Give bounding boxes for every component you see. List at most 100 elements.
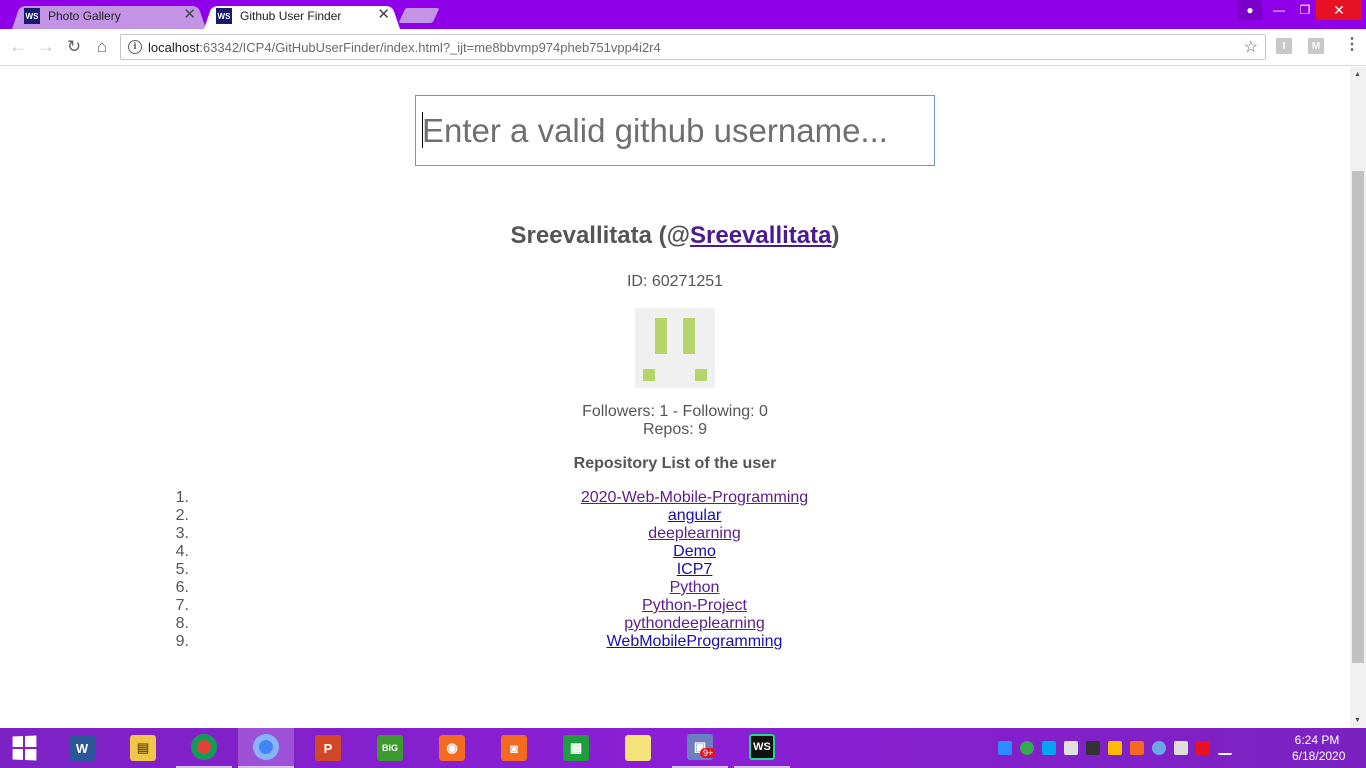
antivirus-icon[interactable] xyxy=(1130,741,1144,755)
url-text[interactable]: localhost:63342/ICP4/GitHubUserFinder/in… xyxy=(148,40,661,55)
taskbar-big-farm[interactable]: BIG xyxy=(362,728,418,768)
store-icon: ▦ xyxy=(563,735,589,761)
taskbar-word[interactable]: W xyxy=(54,728,110,768)
repo-list: 1. 2020-Web-Mobile-Programming 2. angular … xyxy=(0,489,1350,651)
scroll-thumb[interactable] xyxy=(1352,171,1364,663)
power-warning-icon[interactable] xyxy=(1196,741,1210,755)
taskbar-file-explorer[interactable]: ▤ xyxy=(115,728,171,768)
url-path: :63342/ICP4/GitHubUserFinder/index.html?… xyxy=(199,40,661,55)
windows-taskbar: W ▤ P BIG ◉ ◙ ▦ ▣ 9+ WS 6:24 PM 6/18/2020 xyxy=(0,728,1366,768)
webstorm-icon: WS xyxy=(749,734,775,760)
repo-link[interactable]: angular xyxy=(0,507,1350,525)
chrome-icon xyxy=(191,734,217,760)
bookmark-star-icon[interactable]: ☆ xyxy=(1244,37,1258,57)
back-arrow-icon[interactable]: ← xyxy=(7,36,29,58)
extension-i-icon[interactable]: I xyxy=(1276,38,1292,54)
user-name-heading: Sreevallitata (@Sreevallitata) xyxy=(0,222,1350,250)
list-item: 9. WebMobileProgramming xyxy=(0,633,1350,651)
camera-icon: ◙ xyxy=(501,735,527,761)
sync-icon[interactable] xyxy=(1020,741,1034,755)
screenshot-icon: ◉ xyxy=(439,735,465,761)
repo-link[interactable]: Demo xyxy=(0,543,1350,561)
extension-m-icon[interactable]: M xyxy=(1308,38,1324,54)
new-tab-button[interactable] xyxy=(398,8,440,23)
powerpoint-icon: P xyxy=(315,735,341,761)
repo-link[interactable]: WebMobileProgramming xyxy=(0,633,1350,651)
scroll-down-arrow-icon[interactable]: ▼ xyxy=(1354,717,1361,724)
text-caret xyxy=(422,112,423,148)
window-close-button[interactable]: ✕ xyxy=(1316,0,1362,20)
home-icon[interactable]: ⌂ xyxy=(91,36,113,58)
browser-toolbar: ← → ↻ ⌂ i localhost:63342/ICP4/GitHubUse… xyxy=(0,29,1366,66)
device-icon[interactable] xyxy=(1174,741,1188,755)
repo-link[interactable]: deeplearning xyxy=(0,525,1350,543)
user-stats: Followers: 1 - Following: 0 Repos: 9 xyxy=(0,403,1350,439)
reload-icon[interactable]: ↻ xyxy=(63,36,85,58)
repo-link[interactable]: pythondeeplearning xyxy=(0,615,1350,633)
url-host: localhost xyxy=(148,40,200,55)
vertical-scrollbar[interactable]: ▲ ▼ xyxy=(1350,67,1366,728)
username-search-input[interactable] xyxy=(415,95,935,166)
taskbar-sticky-notes[interactable] xyxy=(610,728,666,768)
big-farm-icon: BIG xyxy=(377,735,403,761)
taskbar-screenshot-tool[interactable]: ◉ xyxy=(424,728,480,768)
network-share-icon[interactable] xyxy=(1042,741,1056,755)
taskbar-chrome[interactable] xyxy=(176,728,232,768)
forward-arrow-icon[interactable]: → xyxy=(35,36,57,58)
windows-start-button[interactable] xyxy=(0,728,48,768)
volume-icon[interactable] xyxy=(1064,741,1078,755)
taskbar-clock[interactable]: 6:24 PM 6/18/2020 xyxy=(1292,732,1346,764)
repo-count: Repos: 9 xyxy=(642,421,708,438)
windows-logo-icon xyxy=(12,735,37,761)
list-item: 2. angular xyxy=(0,507,1350,525)
webstorm-icon: WS xyxy=(24,8,40,24)
webstorm-icon: WS xyxy=(216,8,232,24)
taskbar-remote-desktop[interactable]: ▣ 9+ xyxy=(672,728,728,768)
zoom-icon[interactable] xyxy=(998,741,1012,755)
notification-badge: 9+ xyxy=(700,748,717,758)
taskbar-powerpoint[interactable]: P xyxy=(300,728,356,768)
folder-tray-icon[interactable] xyxy=(1108,741,1122,755)
taskbar-camera[interactable]: ◙ xyxy=(486,728,542,768)
repo-link[interactable]: 2020-Web-Mobile-Programming xyxy=(0,489,1350,507)
cloud-icon[interactable] xyxy=(1152,741,1166,755)
taskbar-chrome-active[interactable] xyxy=(238,728,294,768)
wifi-signal-icon[interactable] xyxy=(1218,741,1232,755)
tab-label: Photo Gallery xyxy=(48,9,121,23)
repo-list-title: Repository List of the user xyxy=(573,455,777,472)
taskbar-webstorm[interactable]: WS xyxy=(734,728,790,768)
clock-time: 6:24 PM xyxy=(1294,733,1340,747)
repo-link[interactable]: Python xyxy=(0,579,1350,597)
folder-icon: ▤ xyxy=(130,735,156,761)
avatar xyxy=(635,308,715,388)
camera-tray-icon[interactable] xyxy=(1086,741,1100,755)
browser-tab-strip: WS Photo Gallery ✕ WS Github User Finder… xyxy=(0,0,1366,29)
profile-icon[interactable]: ● xyxy=(1238,0,1262,20)
user-profile-link[interactable]: Sreevallitata xyxy=(690,222,831,249)
close-icon[interactable]: ✕ xyxy=(377,7,390,23)
address-bar[interactable]: i localhost:63342/ICP4/GitHubUserFinder/… xyxy=(120,34,1266,60)
taskbar-store[interactable]: ▦ xyxy=(548,728,604,768)
system-tray xyxy=(998,740,1232,756)
page-viewport: Sreevallitata (@Sreevallitata) ID: 60271… xyxy=(0,67,1350,728)
user-display-name: Sreevallitata xyxy=(510,222,652,249)
list-item: 4. Demo xyxy=(0,543,1350,561)
list-item: 7. Python-Project xyxy=(0,597,1350,615)
info-icon[interactable]: i xyxy=(128,40,142,54)
browser-menu-icon[interactable]: ⋮ xyxy=(1344,37,1360,53)
list-item: 3. deeplearning xyxy=(0,525,1350,543)
repo-link[interactable]: Python-Project xyxy=(0,597,1350,615)
user-name-open: (@ xyxy=(651,222,691,249)
repo-link[interactable]: ICP7 xyxy=(0,561,1350,579)
word-icon: W xyxy=(69,735,95,761)
close-icon[interactable]: ✕ xyxy=(183,7,196,23)
sticky-notes-icon xyxy=(625,735,651,761)
followers-following: Followers: 1 - Following: 0 xyxy=(582,403,768,420)
list-item: 8. pythondeeplearning xyxy=(0,615,1350,633)
chrome-icon xyxy=(253,734,279,760)
scroll-up-arrow-icon[interactable]: ▲ xyxy=(1354,71,1361,78)
tab-label: Github User Finder xyxy=(240,9,342,23)
clock-date: 6/18/2020 xyxy=(1292,749,1346,763)
tab-github-user-finder[interactable]: WS Github User Finder ✕ xyxy=(204,4,400,29)
tab-photo-gallery[interactable]: WS Photo Gallery ✕ xyxy=(12,4,206,29)
